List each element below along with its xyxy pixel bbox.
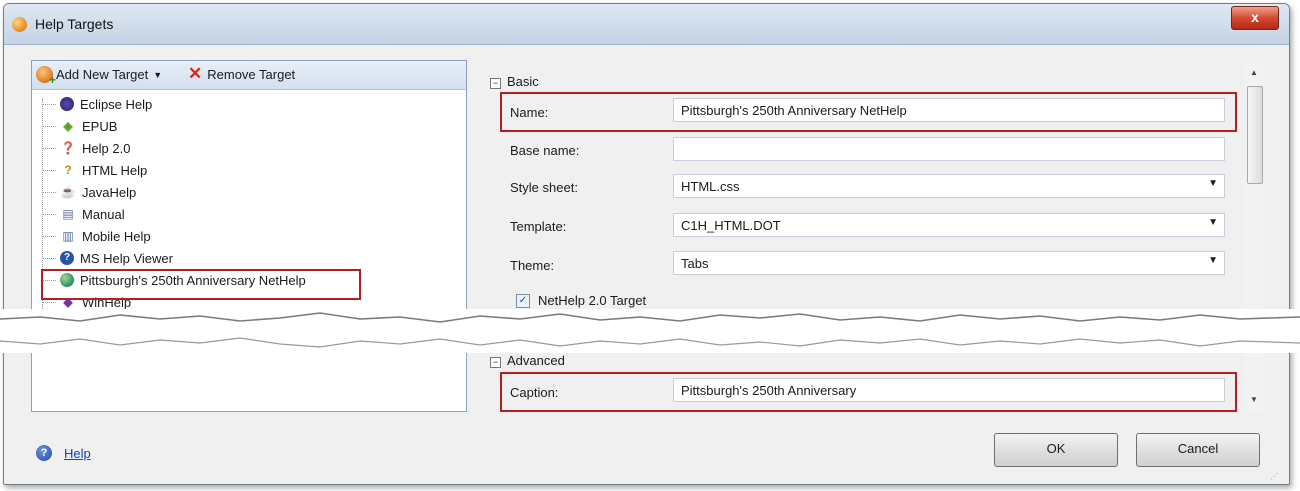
chevron-down-icon[interactable]: ▼ xyxy=(1208,255,1218,266)
title-bar[interactable]: Help Targets x xyxy=(4,4,1289,45)
tree-item-mobile-help[interactable]: ▥ Mobile Help xyxy=(42,225,151,247)
tree-item-epub[interactable]: ◈ EPUB xyxy=(42,115,117,137)
theme-select[interactable]: Tabs ▼ xyxy=(673,251,1225,275)
manual-icon: ▤ xyxy=(62,207,74,221)
selected-target-highlight xyxy=(41,269,361,300)
advanced-section-title: Advanced xyxy=(507,353,565,368)
chevron-down-icon[interactable]: ▼ xyxy=(1208,217,1218,228)
tree-item-label: Mobile Help xyxy=(82,228,151,244)
nethelp20-label: NetHelp 2.0 Target xyxy=(538,293,647,308)
app-icon xyxy=(12,17,27,32)
scrollbar-thumb[interactable] xyxy=(1247,86,1263,184)
help-link[interactable]: Help xyxy=(64,446,91,461)
epub-icon: ◈ xyxy=(63,119,73,133)
scroll-up-icon[interactable]: ▲ xyxy=(1250,68,1258,77)
style-sheet-label: Style sheet: xyxy=(510,180,578,195)
nethelp20-checkbox[interactable]: ✓ NetHelp 2.0 Target xyxy=(516,293,646,308)
torn-edge-divider xyxy=(0,309,1300,353)
tree-item-help-2[interactable]: ❓ Help 2.0 xyxy=(42,137,130,159)
tree-item-label: HTML Help xyxy=(82,162,148,178)
java-icon: ☕ xyxy=(60,185,76,199)
collapse-toggle-icon[interactable]: − xyxy=(490,78,501,89)
check-icon[interactable]: ✓ xyxy=(516,293,530,308)
template-label: Template: xyxy=(510,219,567,234)
ok-button[interactable]: OK xyxy=(994,433,1118,467)
tree-item-javahelp[interactable]: ☕ JavaHelp xyxy=(42,181,136,203)
torn-edge-graphic xyxy=(0,312,1300,348)
name-highlight xyxy=(500,92,1237,132)
tree-item-eclipse-help[interactable]: Eclipse Help xyxy=(42,93,152,115)
tree-item-ms-help-viewer[interactable]: ? MS Help Viewer xyxy=(42,247,173,269)
remove-target-label: Remove Target xyxy=(207,66,296,82)
html-help-icon: ? xyxy=(64,163,72,177)
theme-value: Tabs xyxy=(681,256,709,271)
style-sheet-value: HTML.css xyxy=(681,179,740,194)
basic-section-header[interactable]: − Basic xyxy=(490,74,539,89)
add-new-target-label: Add New Target xyxy=(56,67,149,82)
close-button[interactable]: x xyxy=(1231,6,1279,30)
targets-toolbar: Add New Target ▼ ✕ Remove Target xyxy=(32,61,466,90)
help2-icon: ❓ xyxy=(60,141,76,155)
tree-item-label: JavaHelp xyxy=(82,184,137,200)
resize-grip-icon[interactable]: ⋰ xyxy=(1270,472,1297,489)
tree-item-html-help[interactable]: ? HTML Help xyxy=(42,159,147,181)
tree-item-label: MS Help Viewer xyxy=(80,250,173,266)
base-name-field[interactable] xyxy=(673,137,1225,161)
tree-item-label: Manual xyxy=(82,206,125,222)
remove-target-button[interactable]: ✕ Remove Target xyxy=(188,64,296,83)
caption-highlight xyxy=(500,372,1237,412)
eclipse-icon xyxy=(60,97,74,111)
targets-list-panel: Add New Target ▼ ✕ Remove Target Eclipse… xyxy=(31,60,467,412)
remove-x-icon: ✕ xyxy=(188,64,203,83)
mobile-icon: ▥ xyxy=(62,229,74,243)
theme-label: Theme: xyxy=(510,258,555,273)
tree-item-label: Help 2.0 xyxy=(82,140,131,156)
dropdown-caret-icon[interactable]: ▼ xyxy=(153,70,162,80)
collapse-toggle-icon[interactable]: − xyxy=(490,357,501,368)
scroll-down-icon[interactable]: ▼ xyxy=(1250,395,1258,404)
tree-item-manual[interactable]: ▤ Manual xyxy=(42,203,125,225)
basic-section-title: Basic xyxy=(507,74,539,89)
chevron-down-icon[interactable]: ▼ xyxy=(1208,178,1218,189)
template-select[interactable]: C1H_HTML.DOT ▼ xyxy=(673,213,1225,237)
tree-item-label: EPUB xyxy=(82,118,118,134)
window-title: Help Targets xyxy=(35,16,114,32)
help-icon: ? xyxy=(36,445,52,461)
add-target-icon xyxy=(36,66,56,87)
base-name-label: Base name: xyxy=(510,143,580,158)
ms-help-viewer-icon: ? xyxy=(60,251,74,265)
properties-scrollbar[interactable]: ▲ ▼ xyxy=(1245,62,1264,412)
tree-item-label: Eclipse Help xyxy=(80,96,153,112)
help-area: ? Help xyxy=(36,445,91,461)
add-new-target-button[interactable]: Add New Target ▼ xyxy=(36,66,162,87)
style-sheet-select[interactable]: HTML.css ▼ xyxy=(673,174,1225,198)
template-value: C1H_HTML.DOT xyxy=(681,218,781,233)
advanced-section-header[interactable]: − Advanced xyxy=(490,353,565,368)
cancel-button[interactable]: Cancel xyxy=(1136,433,1260,467)
